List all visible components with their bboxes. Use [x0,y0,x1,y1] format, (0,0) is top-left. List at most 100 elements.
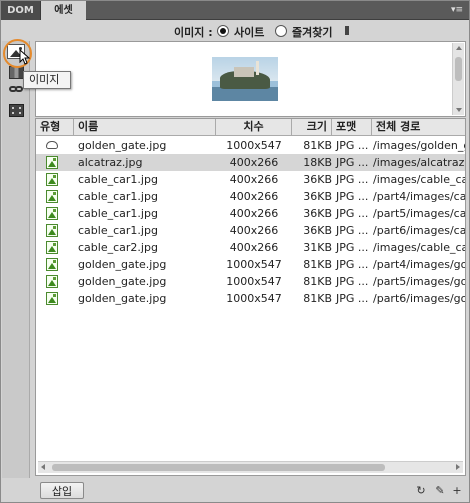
scroll-up-arrow-icon[interactable] [456,46,462,50]
column-header-name[interactable]: 이름 [74,119,216,136]
site-radio[interactable] [217,25,229,37]
column-header-dimensions[interactable]: 치수 [216,119,292,136]
thumb-tower [256,61,259,75]
format-cell: JPG ... [336,139,369,152]
size-cell: 81KB [303,139,332,152]
favorites-radio-label[interactable]: 즐겨찾기 [292,24,332,40]
size-cell: 81KB [303,292,332,305]
column-header-full-path[interactable]: 전체 경로 [372,119,465,136]
type-cell [40,222,70,239]
preview-scrollbar[interactable] [452,43,464,115]
links-category-icon[interactable] [9,84,24,97]
size-cell: 36KB [303,173,332,186]
column-header-type[interactable]: 유형 [36,119,74,136]
bookmark-icon[interactable] [345,26,349,35]
film-strip-glyph [12,107,21,114]
dimensions-cell: 400x266 [229,207,279,220]
horizontal-scrollbar[interactable] [38,461,463,473]
size-cell: 81KB [303,275,332,288]
horizontal-scroll-thumb[interactable] [52,464,385,471]
assets-panel: DOM 에셋 ▾≡ 이미지 : 사이트 즐겨찾기 이미지 유형 이름 치수 크기… [0,0,470,503]
image-file-icon [46,173,58,186]
format-cell: JPG ... [336,275,369,288]
dimensions-cell: 400x266 [229,241,279,254]
table-row[interactable]: cable_car1.jpg 400x266 36KB JPG ... /part6/i… [36,222,465,239]
type-cell [40,205,70,222]
name-cell: golden_gate.jpg [78,275,167,288]
scroll-down-arrow-icon[interactable] [456,108,462,112]
format-cell: JPG ... [336,207,369,220]
table-row[interactable]: golden_gate.jpg 1000x547 81KB JPG ... /part6… [36,290,465,307]
asset-scope-toolbar: 이미지 : 사이트 즐겨찾기 [2,21,469,41]
size-cell: 36KB [303,207,332,220]
name-cell: cable_car1.jpg [78,207,158,220]
path-cell: /part4/images/cable [373,190,466,203]
add-to-favorites-icon[interactable]: + [451,485,463,496]
format-cell: JPG ... [336,241,369,254]
site-radio-label[interactable]: 사이트 [234,24,264,40]
image-file-icon [46,258,58,271]
table-row[interactable]: cable_car2.jpg 400x266 31KB JPG ... /images/… [36,239,465,256]
size-cell: 36KB [303,224,332,237]
table-row[interactable]: golden_gate.jpg 1000x547 81KB JPG ... /part4… [36,256,465,273]
type-cell [40,256,70,273]
name-cell: cable_car2.jpg [78,241,158,254]
dimensions-cell: 400x266 [229,224,279,237]
column-header-format[interactable]: 포맷 [332,119,372,136]
image-file-icon [46,224,58,237]
tab-dom[interactable]: DOM [1,1,41,20]
path-cell: /part6/images/cable [373,224,466,237]
path-cell: /images/cable_car2. [373,241,465,254]
name-cell: cable_car1.jpg [78,224,158,237]
insert-button[interactable]: 삽입 [40,482,84,499]
tooltip: 이미지 [23,71,71,89]
favorites-radio[interactable] [275,25,287,37]
size-cell: 81KB [303,258,332,271]
table-row[interactable]: cable_car1.jpg 400x266 36KB JPG ... /images/… [36,171,465,188]
bottom-toolbar: 삽입 ↻ ✎ + [2,478,469,502]
dimensions-cell: 1000x547 [226,292,282,305]
table-row[interactable]: cable_car1.jpg 400x266 36KB JPG ... /part4/i… [36,188,465,205]
preview-thumbnail [212,57,278,101]
cloud-icon [46,141,58,149]
name-cell: alcatraz.jpg [78,156,143,169]
format-cell: JPG ... [336,292,369,305]
asset-table: 유형 이름 치수 크기 포맷 전체 경로 golden_gate.jpg 1000… [35,118,466,476]
name-cell: golden_gate.jpg [78,292,167,305]
scroll-right-arrow-icon[interactable] [456,464,460,470]
table-row[interactable]: alcatraz.jpg 400x266 18KB JPG ... /images/al… [36,154,465,171]
image-file-icon [46,275,58,288]
format-cell: JPG ... [336,156,369,169]
path-cell: /images/golden_gat [373,139,465,152]
image-file-icon [46,241,58,254]
thumb-building [234,67,254,77]
table-row[interactable]: cable_car1.jpg 400x266 36KB JPG ... /part5/i… [36,205,465,222]
dimensions-cell: 400x266 [229,156,279,169]
path-cell: /images/cable_car1 [373,173,465,186]
type-cell [40,290,70,307]
scroll-left-arrow-icon[interactable] [41,464,45,470]
path-cell: /part4/images/golde [373,258,465,271]
name-cell: golden_gate.jpg [78,258,167,271]
edit-icon[interactable]: ✎ [434,485,446,496]
radio-selected-dot [220,28,226,34]
table-row[interactable]: golden_gate.jpg 1000x547 81KB JPG ... /image… [36,137,465,154]
image-file-icon [46,207,58,220]
panel-menu-icon[interactable]: ▾≡ [451,4,463,16]
table-row[interactable]: golden_gate.jpg 1000x547 81KB JPG ... /part5… [36,273,465,290]
refresh-icon[interactable]: ↻ [415,485,427,496]
scroll-thumb[interactable] [455,57,462,81]
media-category-icon[interactable] [9,104,24,117]
image-file-icon [46,190,58,203]
format-cell: JPG ... [336,224,369,237]
type-cell [40,154,70,171]
type-cell [40,239,70,256]
path-cell: /part5/images/golde [373,275,465,288]
format-cell: JPG ... [336,190,369,203]
name-cell: golden_gate.jpg [78,139,167,152]
table-header: 유형 이름 치수 크기 포맷 전체 경로 [36,119,465,136]
tab-assets[interactable]: 에셋 [41,1,86,21]
type-cell [40,273,70,290]
image-file-icon [46,292,58,305]
column-header-size[interactable]: 크기 [292,119,332,136]
